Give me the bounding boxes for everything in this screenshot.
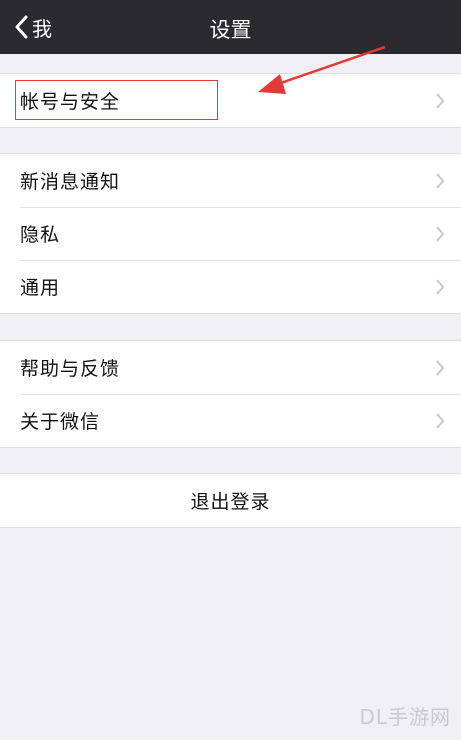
cell-about-wechat[interactable]: 关于微信: [0, 394, 461, 447]
chevron-right-icon: [436, 172, 445, 189]
cell-help-feedback[interactable]: 帮助与反馈: [0, 341, 461, 394]
chevron-right-icon: [436, 359, 445, 376]
cell-label: 帐号与安全: [20, 91, 121, 113]
cell-privacy[interactable]: 隐私: [0, 207, 461, 260]
page-title: 设置: [209, 18, 252, 42]
cell-new-message-notification[interactable]: 新消息通知: [0, 154, 461, 207]
chevron-right-icon: [436, 225, 445, 242]
logout-label: 退出登录: [190, 491, 271, 513]
cell-label: 新消息通知: [20, 171, 121, 193]
cell-label: 帮助与反馈: [20, 358, 121, 380]
settings-group-about: 帮助与反馈 关于微信: [0, 340, 461, 448]
chevron-right-icon: [436, 92, 445, 109]
chevron-right-icon: [436, 278, 445, 295]
cell-account-security[interactable]: 帐号与安全: [0, 74, 461, 127]
watermark: DL手游网: [359, 705, 451, 729]
logout-button[interactable]: 退出登录: [0, 474, 461, 527]
logout-group: 退出登录: [0, 473, 461, 528]
settings-group-general: 新消息通知 隐私 通用: [0, 153, 461, 314]
cell-general[interactable]: 通用: [0, 260, 461, 313]
cell-label: 关于微信: [20, 411, 101, 433]
settings-group-account: 帐号与安全: [0, 73, 461, 128]
navigation-bar: 我 设置: [0, 0, 461, 54]
cell-label: 通用: [20, 277, 61, 299]
chevron-right-icon: [436, 412, 445, 429]
cell-label: 隐私: [20, 224, 61, 246]
